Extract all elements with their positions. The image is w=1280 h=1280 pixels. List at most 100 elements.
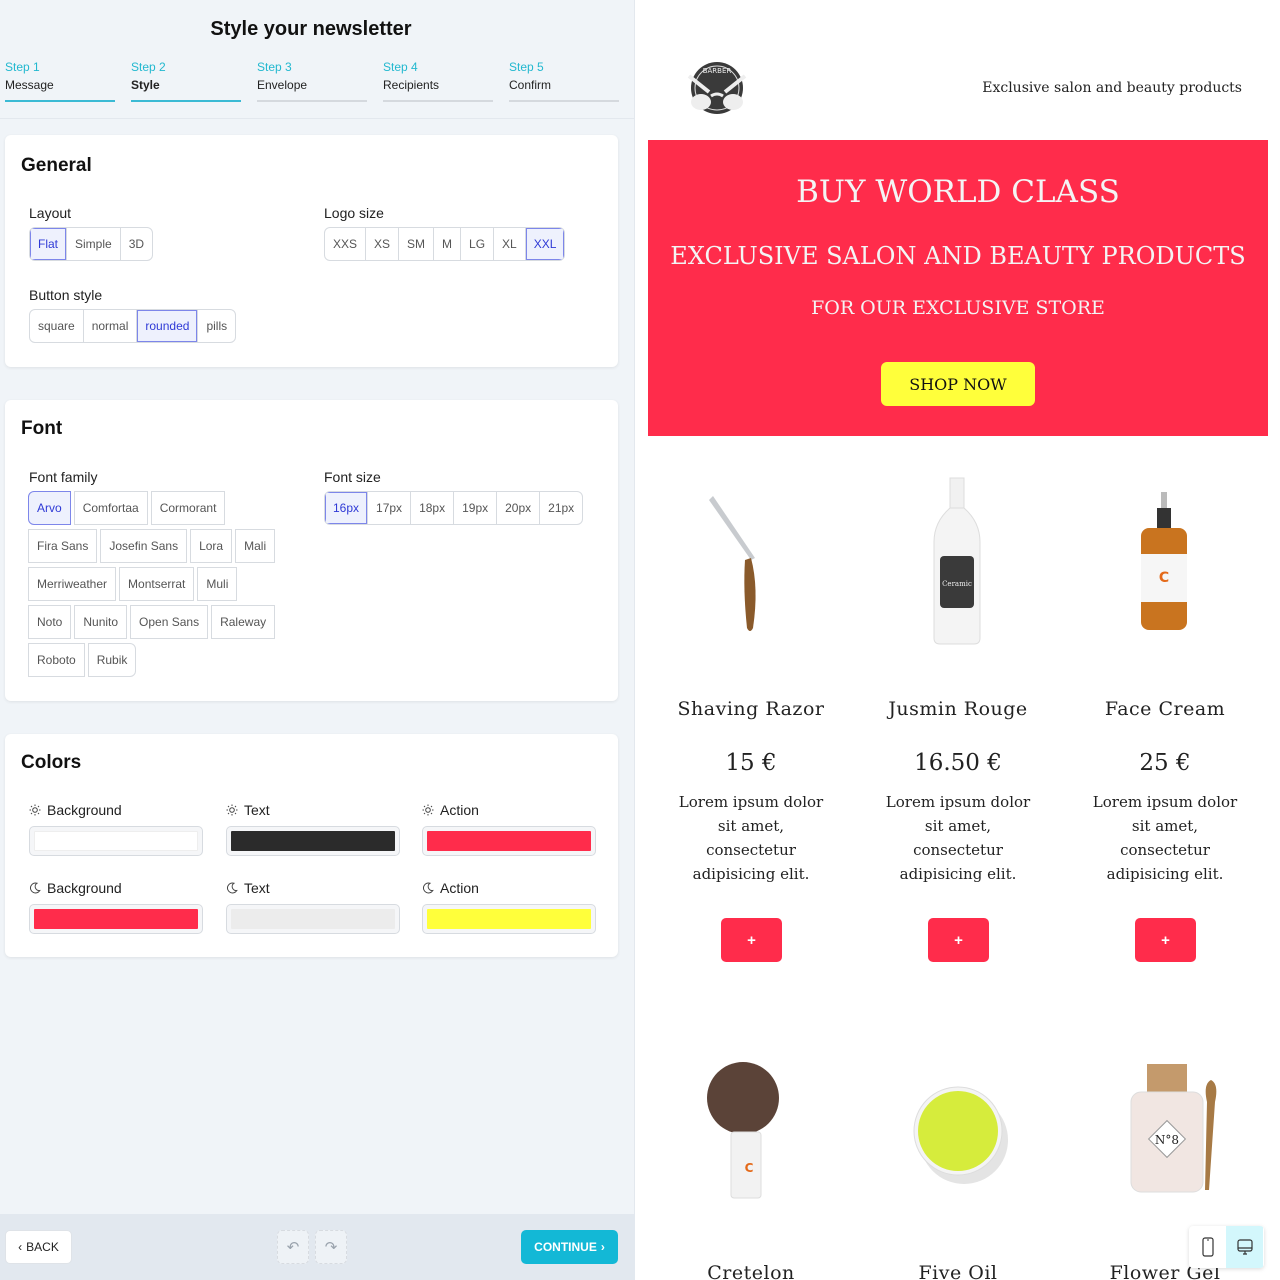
step-message[interactable]: Step 1 Message xyxy=(5,60,115,102)
font-option-merriweather[interactable]: Merriweather xyxy=(28,567,117,601)
product-card: C Cretelon xyxy=(651,1040,851,1280)
font-card: Font Font family Arvo Comfortaa Cormoran… xyxy=(5,400,618,701)
logo-size-m[interactable]: M xyxy=(434,228,462,260)
logo-size-xl[interactable]: XL xyxy=(494,228,526,260)
shop-now-button[interactable]: SHOP NOW xyxy=(881,362,1035,406)
step-label: Envelope xyxy=(257,78,308,92)
mobile-view-button[interactable] xyxy=(1189,1226,1226,1268)
font-size-16[interactable]: 16px xyxy=(325,492,369,524)
color-picker[interactable] xyxy=(422,826,596,856)
font-option-rubik[interactable]: Rubik xyxy=(87,643,137,677)
wizard-footer: ‹ BACK ↶ ↷ CONTINUE › xyxy=(0,1214,635,1280)
font-size-21[interactable]: 21px xyxy=(540,492,582,524)
step-label: Recipients xyxy=(383,78,440,92)
undo-button[interactable]: ↶ xyxy=(277,1230,309,1264)
step-number: Step 1 xyxy=(5,60,40,74)
newsletter-preview: BARBER Exclusive salon and beauty produc… xyxy=(636,0,1280,1280)
font-option-cormorant[interactable]: Cormorant xyxy=(150,491,226,525)
font-option-noto[interactable]: Noto xyxy=(28,605,72,639)
product-name: Jusmin Rouge xyxy=(888,698,1028,720)
step-number: Step 4 xyxy=(383,60,418,74)
font-option-raleway[interactable]: Raleway xyxy=(211,605,276,639)
desktop-view-button[interactable] xyxy=(1226,1226,1263,1268)
hero-headline: BUY WORLD CLASS xyxy=(796,174,1120,210)
font-size-19[interactable]: 19px xyxy=(454,492,498,524)
font-option-mali[interactable]: Mali xyxy=(235,529,276,563)
color-picker[interactable] xyxy=(226,826,400,856)
button-style-pills[interactable]: pills xyxy=(198,310,235,342)
chevron-left-icon: ‹ xyxy=(18,1240,23,1254)
add-to-cart-button[interactable]: + xyxy=(928,918,989,962)
step-label: Style xyxy=(131,78,160,92)
font-option-nunito[interactable]: Nunito xyxy=(74,605,128,639)
product-name: Shaving Razor xyxy=(677,698,825,720)
light-background-color: Background xyxy=(29,800,203,856)
font-size-18[interactable]: 18px xyxy=(411,492,455,524)
font-option-comfortaa[interactable]: Comfortaa xyxy=(73,491,148,525)
logo-size-xxl[interactable]: XXL xyxy=(525,228,565,260)
color-picker[interactable] xyxy=(422,904,596,934)
color-label: Background xyxy=(47,802,122,818)
layout-option-3d[interactable]: 3D xyxy=(121,228,152,260)
step-progress-bar xyxy=(131,100,241,102)
logo-size-selector: XXS XS SM M LG XL XXL xyxy=(324,227,566,261)
logo-size-xs[interactable]: XS xyxy=(366,228,400,260)
moon-icon xyxy=(423,882,434,894)
button-style-rounded[interactable]: rounded xyxy=(137,310,199,342)
newsletter-header: BARBER Exclusive salon and beauty produc… xyxy=(648,0,1268,140)
bottle-image: Ceramic xyxy=(858,470,1058,650)
color-picker[interactable] xyxy=(29,826,203,856)
redo-button[interactable]: ↷ xyxy=(315,1230,347,1264)
step-recipients[interactable]: Step 4 Recipients xyxy=(383,60,493,102)
color-swatch xyxy=(34,831,198,851)
logo-size-sm[interactable]: SM xyxy=(399,228,435,260)
layout-selector: Flat Simple 3D xyxy=(29,227,154,261)
step-number: Step 3 xyxy=(257,60,292,74)
logo-size-xxs[interactable]: XXS xyxy=(325,228,367,260)
continue-button[interactable]: CONTINUE › xyxy=(521,1230,618,1264)
desktop-icon xyxy=(1236,1239,1253,1255)
font-option-fira-sans[interactable]: Fira Sans xyxy=(28,529,98,563)
add-to-cart-button[interactable]: + xyxy=(721,918,782,962)
colors-card: Colors Background Text Action Background… xyxy=(5,734,618,957)
font-option-roboto[interactable]: Roboto xyxy=(28,643,85,677)
button-style-square[interactable]: square xyxy=(30,310,84,342)
step-number: Step 2 xyxy=(131,60,166,74)
color-picker[interactable] xyxy=(29,904,203,934)
hero-subheadline: EXCLUSIVE SALON AND BEAUTY PRODUCTS xyxy=(670,242,1246,270)
color-picker[interactable] xyxy=(226,904,400,934)
step-envelope[interactable]: Step 3 Envelope xyxy=(257,60,367,102)
step-style[interactable]: Step 2 Style xyxy=(131,60,241,102)
step-label: Confirm xyxy=(509,78,552,92)
svg-text:C: C xyxy=(745,1161,754,1175)
step-progress-bar xyxy=(509,100,619,102)
color-swatch xyxy=(231,831,395,851)
product-name: Face Cream xyxy=(1104,698,1226,720)
font-option-open-sans[interactable]: Open Sans xyxy=(130,605,209,639)
button-style-normal[interactable]: normal xyxy=(84,310,138,342)
product-card: Five Oil xyxy=(858,1040,1058,1280)
font-option-lora[interactable]: Lora xyxy=(190,529,233,563)
layout-option-flat[interactable]: Flat xyxy=(30,228,68,260)
font-option-josefin-sans[interactable]: Josefin Sans xyxy=(100,529,188,563)
add-to-cart-button[interactable]: + xyxy=(1135,918,1196,962)
step-number: Step 5 xyxy=(509,60,544,74)
color-label: Text xyxy=(244,802,270,818)
moon-icon xyxy=(30,882,41,894)
color-swatch xyxy=(427,831,591,851)
sun-icon xyxy=(422,804,434,816)
dark-background-color: Background xyxy=(29,878,203,934)
layout-option-simple[interactable]: Simple xyxy=(67,228,121,260)
button-style-label: Button style xyxy=(29,287,103,303)
font-option-arvo[interactable]: Arvo xyxy=(28,491,71,525)
step-confirm[interactable]: Step 5 Confirm xyxy=(509,60,619,102)
back-button[interactable]: ‹ BACK xyxy=(5,1230,72,1264)
font-size-17[interactable]: 17px xyxy=(368,492,412,524)
logo-size-lg[interactable]: LG xyxy=(461,228,495,260)
light-text-color: Text xyxy=(226,800,400,856)
font-option-muli[interactable]: Muli xyxy=(197,567,238,601)
font-size-20[interactable]: 20px xyxy=(497,492,541,524)
step-progress-bar xyxy=(257,100,367,102)
font-option-montserrat[interactable]: Montserrat xyxy=(119,567,195,601)
sun-icon xyxy=(29,804,41,816)
